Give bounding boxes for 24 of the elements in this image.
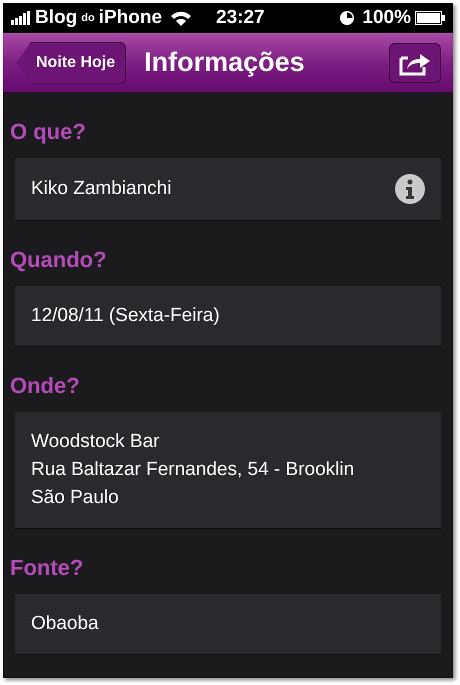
battery-icon xyxy=(415,11,445,25)
detail-text: Obaoba xyxy=(31,612,100,636)
section-heading: Fonte? xyxy=(9,554,84,582)
clock-icon xyxy=(340,11,354,25)
section-heading: Onde? xyxy=(9,372,81,400)
section-heading: Quando? xyxy=(9,246,108,274)
info-button[interactable] xyxy=(395,174,425,204)
battery-percent: 100% xyxy=(362,6,411,30)
detail-text: Woodstock Bar xyxy=(31,430,160,454)
carrier-name: Blog xyxy=(35,6,78,30)
wifi-icon xyxy=(170,10,192,26)
share-button[interactable] xyxy=(389,42,441,82)
screen-title: Informações xyxy=(144,46,305,80)
detail-text: 12/08/11 (Sexta-Feira) xyxy=(31,304,221,328)
clock-time: 23:27 xyxy=(216,6,265,30)
info-icon xyxy=(405,179,415,199)
detail-text: Kiko Zambianchi xyxy=(31,177,172,201)
section-heading: O que? xyxy=(9,118,87,146)
signal-icon xyxy=(11,11,31,25)
carrier-name: do xyxy=(81,10,95,26)
detail-text: Rua Baltazar Fernandes, 54 - Brooklin xyxy=(31,458,356,482)
carrier-name: iPhone xyxy=(98,6,162,30)
back-button[interactable]: Noite Hoje xyxy=(17,42,126,84)
detail-text: São Paulo xyxy=(31,486,120,510)
